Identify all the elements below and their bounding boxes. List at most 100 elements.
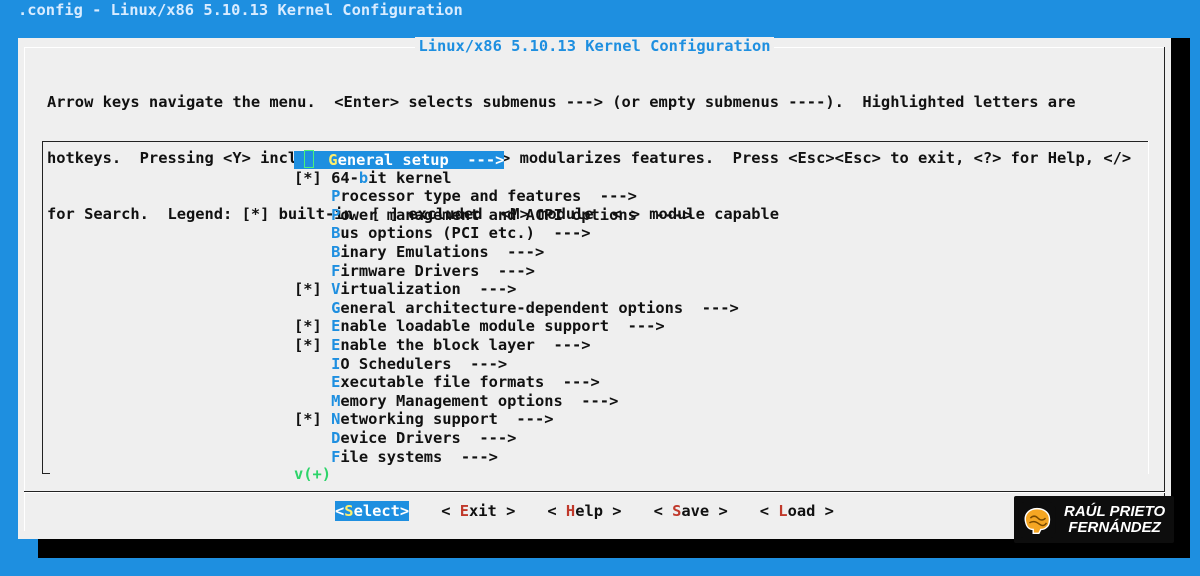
menu-item-hotkey: V — [331, 280, 341, 299]
menu-item-state: [*] — [294, 168, 332, 187]
button-hotkey: L — [778, 502, 788, 520]
menu-item[interactable]: Firmware Drivers ---> — [294, 262, 739, 281]
button-bracket: < — [759, 502, 779, 520]
menu-item-hotkey: I — [331, 354, 341, 373]
cursor-indicator — [304, 150, 314, 168]
menu-item[interactable]: File systems ---> — [294, 448, 739, 467]
menu-box-border-bottom — [42, 473, 50, 474]
menu-item-hotkey: M — [331, 391, 341, 410]
menu-box: General setup ---> [*] 64-bit kernel Proc… — [42, 141, 1149, 483]
menu-item-label: it kernel — [368, 168, 452, 187]
menu-item[interactable]: [*] Networking support ---> — [294, 410, 739, 429]
button-bracket: > — [709, 502, 728, 520]
brain-icon — [1018, 501, 1056, 538]
menu-item-label: O Schedulers ---> — [340, 354, 508, 373]
menu-item-hotkey: E — [331, 317, 341, 336]
menu-item-pad — [319, 151, 328, 169]
exit-button[interactable]: < Exit > — [441, 501, 515, 521]
menu-item-label: ower management and ACPI options ---> — [340, 205, 693, 224]
menu-item[interactable]: Executable file formats ---> — [294, 373, 739, 392]
button-bracket: > — [815, 502, 834, 520]
menu-item[interactable]: [*] Enable the block layer ---> — [294, 336, 739, 355]
menu-item-hotkey: P — [331, 187, 341, 206]
menu-item-hotkey: B — [331, 224, 341, 243]
menu-item-hotkey: G — [331, 298, 341, 317]
select-button[interactable]: <Select> — [335, 501, 410, 521]
load-button[interactable]: < Load > — [760, 501, 834, 521]
menu-item-hotkey: G — [328, 151, 338, 169]
menu-item[interactable]: Memory Management options ---> — [294, 392, 739, 411]
button-bracket: > — [603, 502, 622, 520]
menu-item-hotkey: F — [331, 261, 341, 280]
dialog-border-right — [1164, 47, 1165, 531]
button-label: elect — [353, 502, 400, 520]
button-label: xit — [469, 502, 497, 520]
menu-item-label: nable the block layer ---> — [340, 335, 591, 354]
button-hotkey: S — [672, 502, 682, 520]
menu-item-label: ile systems ---> — [340, 447, 498, 466]
menu-item-hotkey: E — [331, 335, 341, 354]
menu-item[interactable]: IO Schedulers ---> — [294, 355, 739, 374]
dialog-border-left — [24, 47, 25, 531]
help-button[interactable]: < Help > — [547, 501, 621, 521]
menu-item[interactable]: Bus options (PCI etc.) ---> — [294, 224, 739, 243]
watermark-line: FERNÁNDEZ — [1068, 518, 1161, 536]
button-bracket: < — [547, 502, 566, 520]
menu-item[interactable]: Processor type and features ---> — [294, 187, 739, 206]
menu-item-label-pre: 64- — [331, 168, 359, 187]
save-button[interactable]: < Save > — [654, 501, 728, 521]
menu-box-border-left — [42, 141, 43, 474]
menu-item-state — [294, 262, 331, 280]
button-bracket: > — [399, 502, 410, 520]
menu-item-label: eneral architecture-dependent options --… — [340, 298, 739, 317]
menu-item[interactable]: Device Drivers ---> — [294, 429, 739, 448]
menu-item[interactable]: [*] 64-bit kernel — [294, 169, 739, 188]
menu-item-label: us options (PCI etc.) ---> — [340, 224, 591, 243]
menu-item[interactable]: General setup ---> — [294, 150, 739, 169]
menu-item-label: eneral setup ---> — [337, 151, 505, 169]
button-bar: <Select> < Exit > < Help > < Save > < Load > — [335, 501, 866, 521]
watermark-line: RAÚL PRIETO — [1064, 502, 1166, 520]
button-bracket: < — [441, 502, 460, 520]
menu-item-label: irmware Drivers ---> — [340, 261, 535, 280]
menu-item[interactable]: Binary Emulations ---> — [294, 243, 739, 262]
menu-item-hotkey: b — [358, 168, 369, 187]
menu-item-label: irtualization ---> — [340, 280, 517, 299]
menu-item[interactable]: [*] Virtualization ---> — [294, 280, 739, 299]
button-hotkey: E — [459, 502, 470, 520]
menu-list: General setup ---> [*] 64-bit kernel Proc… — [294, 150, 739, 466]
dialog-title: Linux/x86 5.10.13 Kernel Configuration — [415, 37, 774, 55]
menu-item-hotkey: D — [331, 428, 341, 447]
watermark-text: RAÚL PRIETO FERNÁNDEZ — [1064, 502, 1166, 536]
button-hotkey: H — [565, 502, 576, 520]
window-title: .config - Linux/x86 5.10.13 Kernel Confi… — [18, 1, 463, 19]
menu-item-state — [294, 224, 331, 242]
button-label: oad — [787, 502, 816, 520]
menu-item[interactable]: General architecture-dependent options -… — [294, 299, 739, 318]
menu-item-label: xecutable file formats ---> — [340, 373, 600, 392]
menu-item-state: [*] — [294, 280, 332, 299]
menu-item-hotkey: F — [331, 447, 341, 466]
menu-item[interactable]: Power management and ACPI options ---> — [294, 206, 739, 225]
menu-item-label: nable loadable module support ---> — [340, 317, 665, 336]
menu-box-border — [42, 141, 1149, 142]
button-label: ave — [681, 502, 710, 520]
menu-item-label: evice Drivers ---> — [340, 428, 517, 447]
menu-item-state — [294, 299, 331, 317]
menu-item-hotkey: B — [331, 242, 341, 261]
help-line: Arrow keys navigate the menu. <Enter> se… — [47, 93, 1076, 112]
menu-item-highlight: General setup ---> — [294, 150, 505, 169]
button-separator-highlight — [24, 492, 1165, 493]
button-label: elp — [575, 502, 604, 520]
watermark-logo: RAÚL PRIETO FERNÁNDEZ — [1014, 496, 1174, 543]
menu-item-hotkey: N — [331, 410, 341, 429]
button-hotkey: S — [344, 502, 354, 520]
menu-item[interactable]: [*] Enable loadable module support ---> — [294, 317, 739, 336]
menu-item-state — [294, 355, 331, 373]
menu-box-border-right — [1148, 141, 1149, 474]
menu-item-state — [294, 392, 331, 410]
menu-item-state: [*] — [294, 317, 332, 336]
button-bracket: < — [653, 502, 673, 520]
more-indicator[interactable]: v(+) — [294, 465, 331, 483]
config-dialog: Linux/x86 5.10.13 Kernel Configuration A… — [18, 37, 1171, 539]
